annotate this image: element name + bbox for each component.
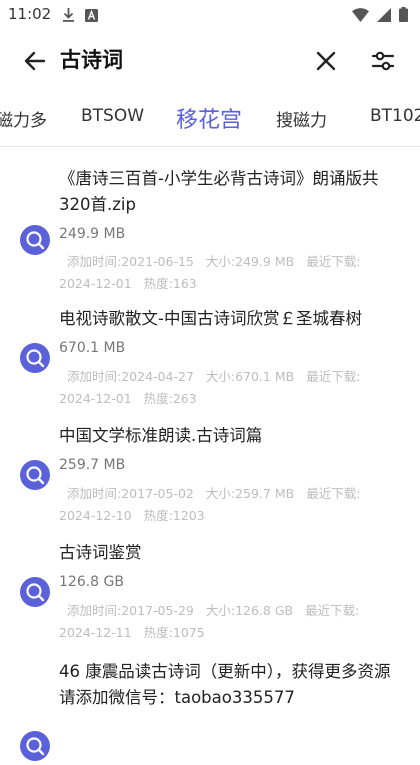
result-meta: 添加时间:2017-05-29 大小:126.8 GB 最近下载: 2024-12-… [59,600,404,644]
recent-download-date: 2024-12-10 [59,508,132,523]
added-time: 添加时间:2017-05-29 [67,603,194,618]
status-bar: 11:02 [0,0,420,30]
heat: 热度:263 [143,391,197,406]
size-meta: 大小:670.1 MB [205,369,295,384]
status-left-icons [62,7,98,26]
recent-download-date: 2024-12-01 [59,276,132,291]
magnet-search-icon [20,225,50,255]
recent-download-label: 最近下载: [306,486,361,501]
size-meta: 大小:126.8 GB [205,603,294,618]
result-item[interactable]: 46 康震品读古诗词（更新中），获得更多资源请添加微信号：taobao33557… [0,655,420,761]
close-icon[interactable] [314,49,338,73]
magnet-search-icon [20,460,50,490]
tab-btsow[interactable]: BTSOW [81,106,144,126]
heat: 热度:163 [143,276,197,291]
added-time: 添加时间:2017-05-02 [67,486,194,501]
tab-bt102[interactable]: BT102 [370,106,420,126]
result-title: 中国文学标准朗读.古诗词篇 [59,426,263,445]
result-size: 249.9 MB [59,226,126,242]
back-arrow-icon[interactable] [22,48,48,74]
result-meta: 添加时间:2024-04-27 大小:670.1 MB 最近下载: 2024-12-… [59,366,404,410]
result-item[interactable]: 《唐诗三百首-小学生必背古诗词》朗诵版共320首.zip 249.9 MB 添加… [0,161,420,297]
result-meta: 添加时间:2017-05-02 大小:259.7 MB 最近下载: 2024-12-… [59,483,404,527]
recent-download-label: 最近下载: [306,254,361,269]
app-a-icon [85,7,98,26]
filter-sliders-icon[interactable] [370,48,396,74]
result-title: 《唐诗三百首-小学生必背古诗词》朗诵版共320首.zip [59,169,379,214]
added-time: 添加时间:2021-06-15 [67,254,194,269]
result-meta: 添加时间:2021-06-15 大小:249.9 MB 最近下载: 2024-12-… [59,251,404,295]
battery-icon [399,7,408,26]
tab-soucili[interactable]: 搜磁力 [276,106,327,131]
magnet-search-icon [20,731,50,761]
result-item[interactable]: 电视诗歌散文-中国古诗词欣赏￡圣城春树 670.1 MB 添加时间:2024-0… [0,302,420,414]
result-size: 259.7 MB [59,457,126,473]
heat: 热度:1075 [143,625,205,640]
status-right-icons [352,7,408,26]
magnet-search-icon [20,343,50,373]
result-title: 46 康震品读古诗词（更新中），获得更多资源请添加微信号：taobao33557… [59,662,391,707]
download-icon [62,7,75,26]
heat: 热度:1203 [143,508,205,523]
result-item[interactable]: 古诗词鉴赏 126.8 GB 添加时间:2017-05-29 大小:126.8 G… [0,536,420,648]
result-title: 古诗词鉴赏 [59,543,142,562]
recent-download-label: 最近下载: [306,369,361,384]
result-title: 电视诗歌散文-中国古诗词欣赏￡圣城春树 [59,309,362,328]
recent-download-date: 2024-12-01 [59,391,132,406]
size-meta: 大小:249.9 MB [205,254,295,269]
recent-download-label: 最近下载: [305,603,360,618]
added-time: 添加时间:2024-04-27 [67,369,194,384]
result-size: 670.1 MB [59,340,126,356]
result-item[interactable]: 中国文学标准朗读.古诗词篇 259.7 MB 添加时间:2017-05-02 大小… [0,419,420,531]
signal-icon [377,7,391,26]
tab-yihuagong[interactable]: 移花宫 [176,102,242,134]
magnet-search-icon [20,577,50,607]
source-tabs: 磁力多 BTSOW 移花宫 搜磁力 BT102 [0,90,420,147]
search-query[interactable]: 古诗词 [60,44,123,74]
status-time: 11:02 [8,5,52,23]
recent-download-date: 2024-12-11 [59,625,132,640]
result-size: 126.8 GB [59,574,124,590]
wifi-icon [352,7,369,26]
size-meta: 大小:259.7 MB [205,486,295,501]
search-bar: 古诗词 [0,30,420,90]
tab-cilid[interactable]: 磁力多 [0,106,47,131]
